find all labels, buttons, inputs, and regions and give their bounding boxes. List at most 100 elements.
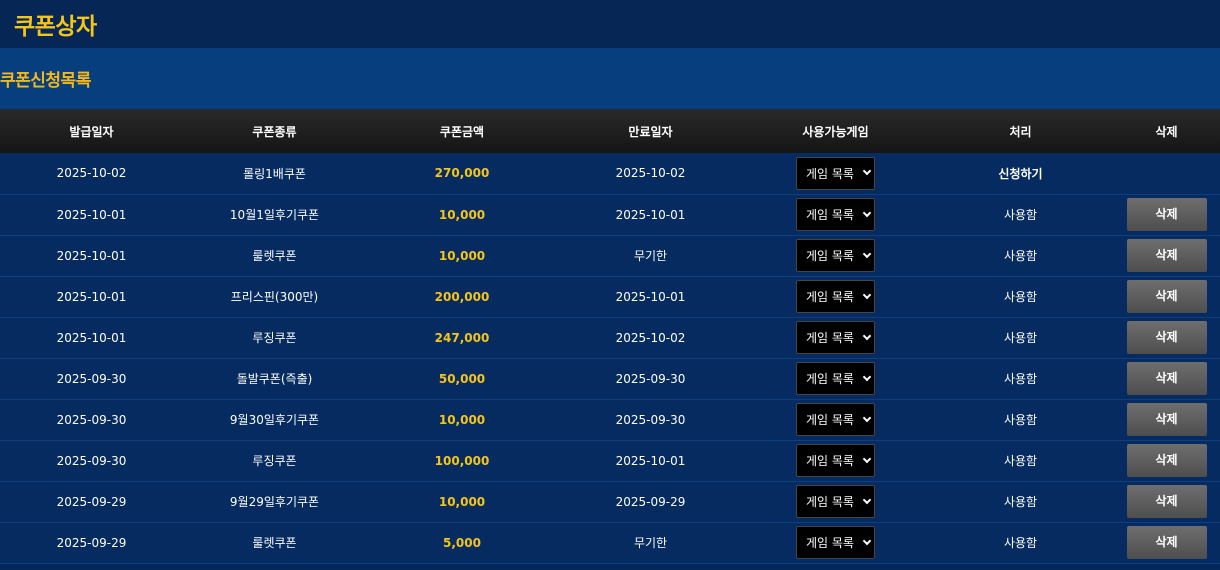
expiry-date-cell: 2025-09-29: [615, 494, 686, 509]
game-select-cell: 게임 목록: [743, 440, 928, 481]
coupon-amount-cell: 10,000: [438, 494, 486, 509]
section-header: 쿠폰신청목록: [0, 48, 1220, 109]
delete-cell: 삭제: [1113, 194, 1220, 235]
chevron-down-icon: [862, 372, 872, 381]
table-row: 2025-09-30 돌발쿠폰(즉출) 50,000 2025-09-30 게임 목록 사…: [0, 358, 1220, 399]
chevron-down-icon: [862, 167, 872, 176]
game-list-select-label: 게임 목록: [806, 413, 854, 427]
chevron-down-icon: [862, 331, 872, 340]
status-cell: 사용함: [1003, 249, 1038, 263]
game-select-cell: 게임 목록: [743, 235, 928, 276]
col-header-issue-date: 발급일자: [69, 124, 114, 139]
game-select-cell: 게임 목록: [743, 153, 928, 194]
game-list-select-label: 게임 목록: [806, 290, 854, 304]
game-select-cell: 게임 목록: [743, 194, 928, 235]
issue-date-cell: 2025-10-01: [56, 330, 127, 345]
table-row: 2025-09-30 9월30일후기쿠폰 10,000 2025-09-30 게임 목록…: [0, 399, 1220, 440]
chevron-down-icon: [862, 208, 872, 217]
coupon-amount-cell: 100,000: [434, 453, 490, 468]
game-list-select[interactable]: 게임 목록: [796, 444, 875, 477]
issue-date-cell: 2025-09-29: [56, 535, 127, 550]
game-list-select[interactable]: 게임 목록: [796, 239, 875, 272]
expiry-date-cell: 2025-10-02: [615, 330, 686, 345]
chevron-down-icon: [862, 413, 872, 422]
expiry-date-cell: 2025-10-02: [615, 166, 686, 181]
delete-button[interactable]: 삭제: [1126, 239, 1207, 272]
col-header-available-games: 사용가능게임: [802, 124, 869, 139]
coupon-type-cell: 프리스핀(300만): [230, 290, 319, 304]
table-row: 2025-09-30 루징쿠폰 100,000 2025-10-01 게임 목록 사용함 삭…: [0, 440, 1220, 481]
table-row: 2025-09-29 룰렛쿠폰 5,000 무기한 게임 목록 사용함 삭제: [0, 522, 1220, 563]
game-list-select[interactable]: 게임 목록: [796, 280, 875, 313]
status-cell: 사용함: [1003, 454, 1038, 468]
apply-button[interactable]: 신청하기: [928, 153, 1113, 194]
status-cell: 사용함: [1003, 331, 1038, 345]
chevron-down-icon: [862, 249, 872, 258]
coupon-type-cell: 롤링1배쿠폰: [243, 166, 306, 181]
expiry-date-cell: 무기한: [633, 249, 668, 263]
issue-date-cell: 2025-10-01: [56, 207, 127, 222]
delete-button[interactable]: 삭제: [1126, 362, 1207, 395]
coupon-amount-cell: 200,000: [434, 289, 490, 304]
page-header: 쿠폰상자: [0, 0, 1220, 48]
delete-cell: 삭제: [1113, 317, 1220, 358]
delete-button[interactable]: 삭제: [1126, 321, 1207, 354]
coupon-amount-cell: 270,000: [434, 166, 490, 181]
delete-button[interactable]: 삭제: [1126, 526, 1207, 559]
status-cell: 사용함: [1003, 372, 1038, 386]
delete-cell: 삭제: [1113, 235, 1220, 276]
game-list-select[interactable]: 게임 목록: [796, 198, 875, 231]
status-cell: 사용함: [1003, 208, 1038, 222]
table-row: 2025-10-02 롤링1배쿠폰 270,000 2025-10-02 게임 목록 신청…: [0, 153, 1220, 194]
game-select-cell: 게임 목록: [743, 276, 928, 317]
coupon-type-cell: 룰렛쿠폰: [252, 249, 297, 263]
expiry-date-cell: 무기한: [633, 536, 668, 550]
game-list-select[interactable]: 게임 목록: [796, 526, 875, 559]
table-header-row: 발급일자 쿠폰종류 쿠폰금액 만료일자 사용가능게임 처리 삭제: [0, 109, 1220, 153]
coupon-type-cell: 10월1일후기쿠폰: [229, 208, 320, 222]
game-list-select[interactable]: 게임 목록: [796, 156, 875, 190]
coupon-type-cell: 루징쿠폰: [252, 454, 297, 468]
delete-button[interactable]: 삭제: [1126, 403, 1207, 436]
issue-date-cell: 2025-10-02: [56, 166, 127, 181]
delete-cell: 삭제: [1113, 276, 1220, 317]
section-title: 쿠폰신청목록: [0, 71, 91, 91]
chevron-down-icon: [862, 454, 872, 463]
delete-button[interactable]: 삭제: [1126, 444, 1207, 477]
game-list-select[interactable]: 게임 목록: [796, 485, 875, 518]
game-list-select-label: 게임 목록: [806, 536, 854, 550]
delete-button[interactable]: 삭제: [1126, 485, 1207, 518]
table-row: 2025-10-01 프리스핀(300만) 200,000 2025-10-01 게임 …: [0, 276, 1220, 317]
delete-cell: 삭제: [1113, 481, 1220, 522]
coupon-type-cell: 돌발쿠폰(즉출): [236, 372, 313, 386]
delete-button[interactable]: 삭제: [1126, 280, 1207, 313]
status-cell: 사용함: [1003, 413, 1038, 427]
delete-cell: 삭제: [1113, 522, 1220, 563]
game-list-select[interactable]: 게임 목록: [796, 321, 875, 354]
delete-cell: [1113, 153, 1220, 194]
table-body: 2025-10-02 롤링1배쿠폰 270,000 2025-10-02 게임 목록 신청…: [0, 153, 1220, 563]
chevron-down-icon: [862, 495, 872, 504]
issue-date-cell: 2025-09-30: [56, 412, 127, 427]
issue-date-cell: 2025-09-29: [56, 494, 127, 509]
table-row: 2025-10-01 루징쿠폰 247,000 2025-10-02 게임 목록 사용함 삭…: [0, 317, 1220, 358]
game-select-cell: 게임 목록: [743, 522, 928, 563]
coupon-amount-cell: 5,000: [443, 535, 481, 550]
col-header-coupon-amount: 쿠폰금액: [439, 124, 485, 139]
game-list-select[interactable]: 게임 목록: [796, 362, 875, 395]
game-list-select[interactable]: 게임 목록: [796, 403, 875, 436]
col-header-process: 처리: [1009, 124, 1032, 139]
game-list-select-label: 게임 목록: [806, 208, 854, 222]
coupon-amount-cell: 50,000: [438, 371, 486, 386]
delete-button[interactable]: 삭제: [1126, 198, 1207, 231]
coupon-type-cell: 9월30일후기쿠폰: [229, 413, 320, 427]
issue-date-cell: 2025-10-01: [56, 289, 127, 304]
issue-date-cell: 2025-10-01: [56, 248, 127, 263]
status-cell: 사용함: [1003, 536, 1038, 550]
issue-date-cell: 2025-09-30: [56, 453, 127, 468]
game-list-select-label: 게임 목록: [806, 495, 854, 509]
expiry-date-cell: 2025-10-01: [615, 289, 686, 304]
game-select-cell: 게임 목록: [743, 317, 928, 358]
col-header-expiry-date: 만료일자: [628, 124, 673, 139]
game-list-select-label: 게임 목록: [806, 454, 854, 468]
